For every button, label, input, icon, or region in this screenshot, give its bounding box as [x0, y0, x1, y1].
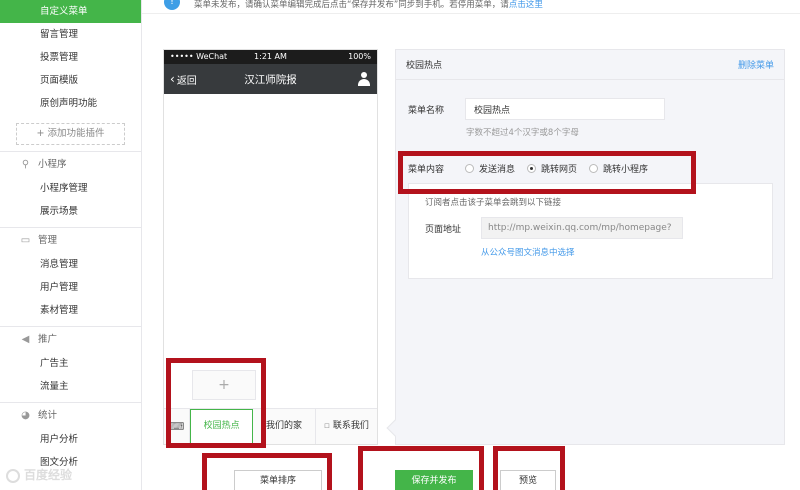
time-label: 1:21 AM — [254, 52, 287, 61]
sidebar-item-advertiser[interactable]: 广告主 — [0, 352, 141, 375]
watermark: 百度经验 — [6, 466, 72, 483]
menu-editor-panel: 校园热点 删除菜单 菜单名称 字数不超过4个汉字或8个字母 菜单内容 发送消息 … — [386, 49, 785, 445]
notice-bar: ! 菜单未发布，请确认菜单编辑完成后点击“保存并发布”同步到手机。若停用菜单，请… — [142, 0, 800, 14]
sidebar-group-promotion: ◀ 推广 — [0, 326, 141, 352]
radio-label: 跳转小程序 — [603, 165, 649, 175]
phone-status-bar: ••••• WeChat 1:21 AM 100% — [164, 50, 377, 64]
watermark-logo-icon — [6, 468, 20, 483]
preview-button[interactable]: 预览 — [500, 470, 556, 490]
sidebar-item-page-templates[interactable]: 页面模版 — [0, 69, 141, 92]
notice-text: 菜单未发布，请确认菜单编辑完成后点击“保存并发布”同步到手机。若停用菜单，请 — [194, 0, 509, 10]
radio-send-message[interactable]: 发送消息 — [465, 162, 515, 175]
inbox-icon: ▭ — [20, 235, 31, 246]
sidebar: 自定义菜单 留言管理 投票管理 页面模版 原创声明功能 + 添加功能插件 ⚲ 小… — [0, 0, 142, 490]
megaphone-icon: ◀ — [21, 334, 30, 345]
radio-circle-selected — [527, 164, 537, 173]
menu-name-hint: 字数不超过4个汉字或8个字母 — [466, 128, 579, 138]
page-url-field[interactable]: http://mp.weixin.qq.com/mp/homepage? — [481, 217, 683, 239]
menu-tab-label: 联系我们 — [332, 421, 369, 431]
save-publish-button[interactable]: 保存并发布 — [395, 470, 473, 490]
sidebar-item-publisher[interactable]: 流量主 — [0, 375, 141, 398]
sidebar-item-user-analysis[interactable]: 用户分析 — [0, 428, 141, 451]
menu-content-row: 菜单内容 发送消息 跳转网页 跳转小程序 — [408, 162, 660, 175]
radio-label: 发送消息 — [479, 165, 516, 175]
radio-circle — [589, 164, 599, 173]
pointer-arrow — [386, 419, 404, 437]
add-submenu-button[interactable]: + — [192, 370, 256, 400]
webpage-settings-box: 订阅者点击该子菜单会跳到以下链接 页面地址 http://mp.weixin.q… — [408, 183, 773, 279]
sidebar-group-label: 小程序 — [38, 158, 67, 170]
radio-circle — [465, 164, 474, 173]
keyboard-icon[interactable]: ⌨ — [164, 409, 190, 444]
carrier-label: ••••• WeChat — [170, 52, 228, 61]
sidebar-item-display-scenes[interactable]: 展示场景 — [0, 200, 141, 223]
sidebar-group-label: 管理 — [38, 234, 58, 246]
editor-header: 校园热点 删除菜单 — [396, 50, 784, 80]
chevron-left-icon: ‹ — [170, 72, 175, 86]
radio-jump-webpage[interactable]: 跳转网页 — [527, 162, 577, 175]
link-icon: ⚲ — [21, 159, 30, 170]
sidebar-item-users[interactable]: 用户管理 — [0, 276, 141, 299]
user-icon — [357, 72, 371, 86]
notice-link[interactable]: 点击这里 — [509, 0, 543, 10]
pie-chart-icon: ◕ — [21, 410, 30, 421]
sidebar-group-label: 统计 — [38, 409, 58, 421]
menu-name-input[interactable] — [465, 98, 665, 120]
menu-name-row: 菜单名称 — [408, 98, 665, 120]
page-url-label: 页面地址 — [425, 225, 462, 235]
phone-nav-bar: ‹ 返回 汉江师院报 — [164, 64, 377, 94]
back-label: 返回 — [176, 75, 197, 87]
menu-sort-button[interactable]: 菜单排序 — [234, 470, 322, 490]
add-plugin-button[interactable]: + 添加功能插件 — [16, 123, 125, 145]
menu-content-label: 菜单内容 — [408, 165, 445, 175]
phone-preview: ••••• WeChat 1:21 AM 100% ‹ 返回 汉江师院报 + ⌨… — [163, 49, 378, 445]
back-button: ‹ 返回 — [170, 72, 197, 87]
sidebar-item-miniprogram-manage[interactable]: 小程序管理 — [0, 177, 141, 200]
sidebar-item-custom-menu[interactable]: 自定义菜单 — [0, 0, 141, 23]
sidebar-group-miniprogram: ⚲ 小程序 — [0, 151, 141, 177]
delete-menu-link[interactable]: 删除菜单 — [738, 58, 774, 71]
jump-description: 订阅者点击该子菜单会跳到以下链接 — [425, 198, 562, 208]
menu-tab-contact[interactable]: ▫ 联系我们 — [316, 409, 377, 444]
menu-name-label: 菜单名称 — [408, 105, 445, 116]
phone-menu-bar: ⌨ 校园热点 我们的家 ▫ 联系我们 — [164, 408, 377, 444]
radio-label: 跳转网页 — [541, 165, 578, 175]
menu-tab-campus-hot[interactable]: 校园热点 — [190, 409, 254, 444]
menu-tab-our-home[interactable]: 我们的家 — [253, 409, 316, 444]
sidebar-item-original-declaration[interactable]: 原创声明功能 — [0, 92, 141, 115]
sidebar-item-comments[interactable]: 留言管理 — [0, 23, 141, 46]
radio-jump-miniprogram[interactable]: 跳转小程序 — [589, 162, 648, 175]
editor-title: 校园热点 — [406, 61, 443, 71]
sidebar-item-messages[interactable]: 消息管理 — [0, 253, 141, 276]
sidebar-group-label: 推广 — [38, 333, 58, 345]
choose-from-articles-link[interactable]: 从公众号图文消息中选择 — [481, 246, 575, 258]
battery-label: 100% — [348, 52, 371, 61]
sidebar-group-stats: ◕ 统计 — [0, 402, 141, 428]
sidebar-group-manage: ▭ 管理 — [0, 227, 141, 253]
dot-icon: ▫ — [323, 421, 330, 431]
sidebar-item-votes[interactable]: 投票管理 — [0, 46, 141, 69]
sidebar-item-materials[interactable]: 素材管理 — [0, 299, 141, 322]
info-icon: ! — [164, 0, 180, 10]
